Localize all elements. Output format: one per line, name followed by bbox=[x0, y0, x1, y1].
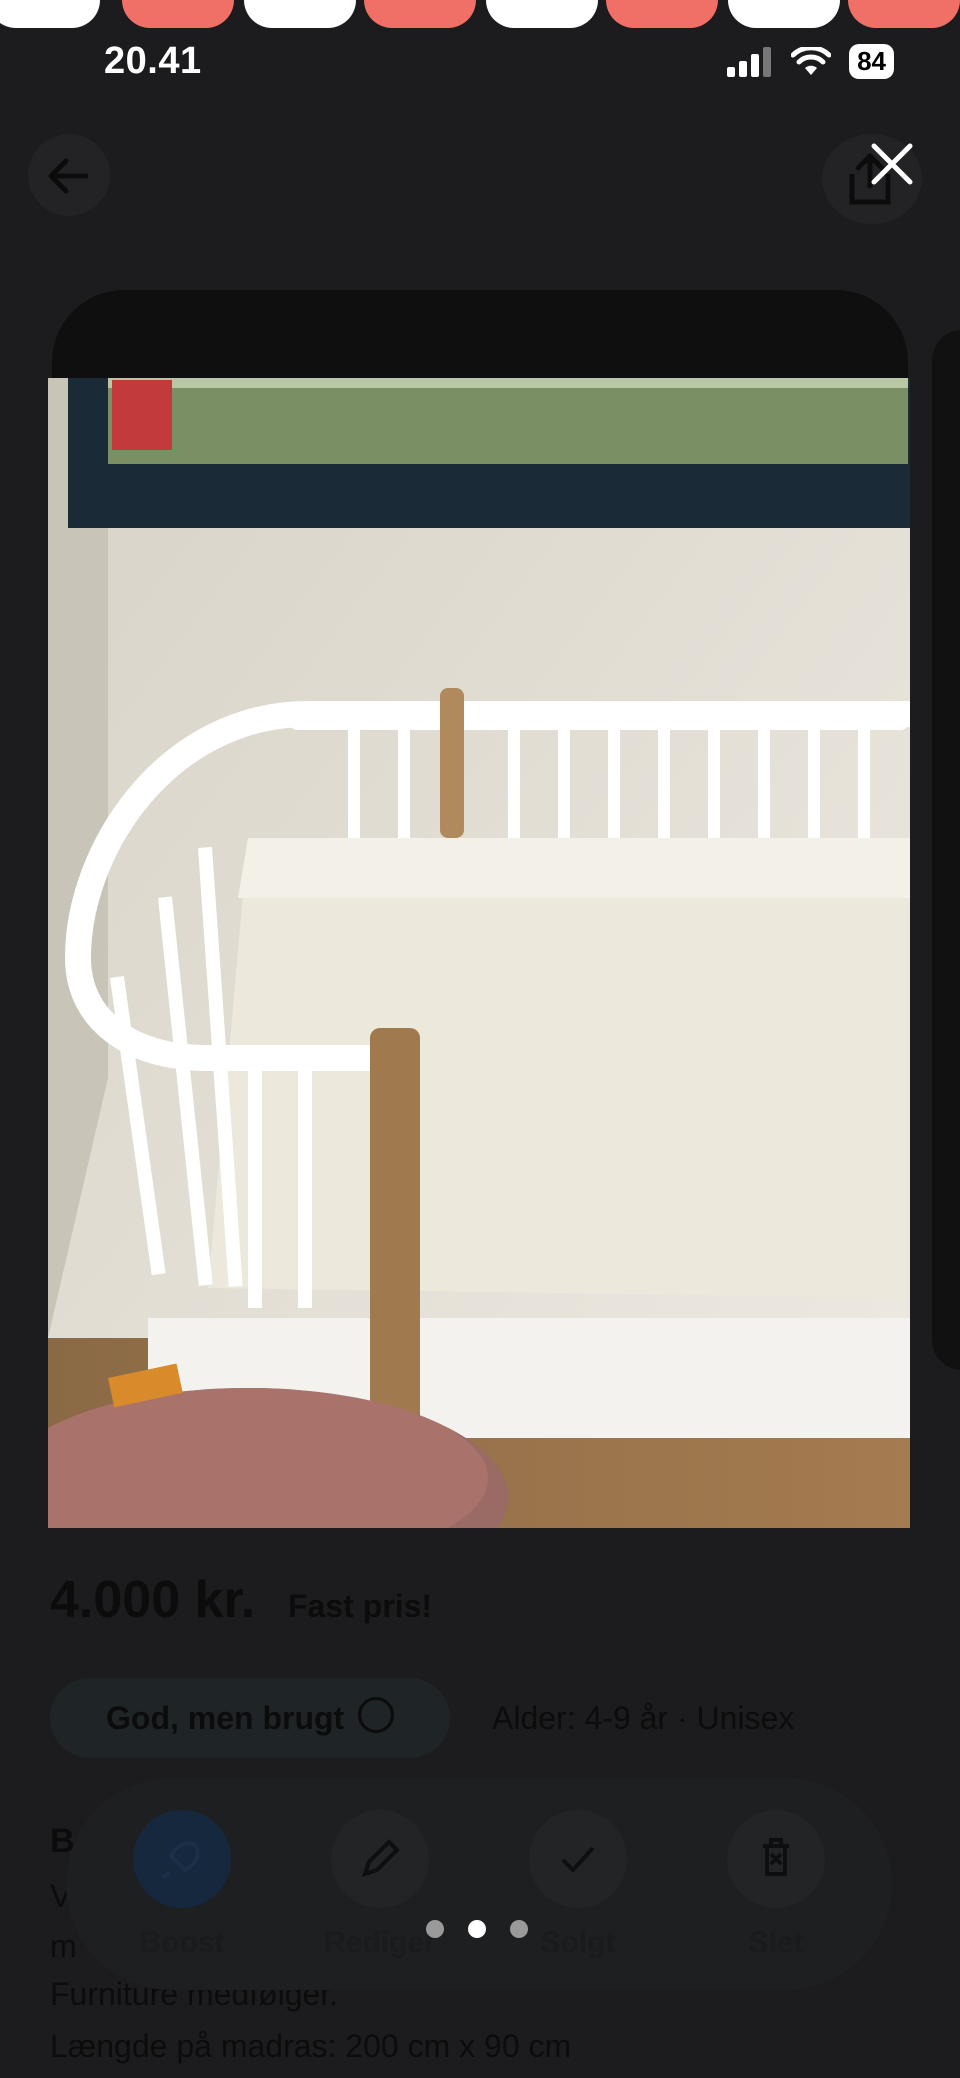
info-icon[interactable] bbox=[358, 1697, 394, 1733]
status-time: 20.41 bbox=[104, 40, 202, 82]
arrow-left-icon bbox=[48, 158, 89, 194]
check-icon bbox=[561, 1846, 595, 1873]
condition-label: God, men brugt bbox=[106, 1700, 345, 1736]
edit-button[interactable]: Rediger bbox=[324, 1810, 436, 1960]
gallery-next-card[interactable] bbox=[932, 330, 960, 1370]
signal-icon bbox=[727, 46, 772, 77]
trash-icon bbox=[763, 1838, 789, 1876]
age-gender: Alder: 4-9 år · Unisex bbox=[492, 1700, 795, 1736]
wifi-icon bbox=[791, 46, 832, 75]
description-line: m bbox=[50, 1928, 77, 1964]
gallery-page-indicator bbox=[426, 1920, 528, 1938]
page-dot[interactable] bbox=[426, 1920, 444, 1938]
notification-dots bbox=[0, 0, 960, 28]
page-dot[interactable] bbox=[510, 1920, 528, 1938]
description-line: Længde på madras: 200 cm x 90 cm bbox=[50, 2028, 572, 2064]
battery-level: 84 bbox=[849, 44, 894, 79]
listing-price: 4.000 kr. bbox=[50, 1571, 256, 1629]
back-button[interactable] bbox=[28, 134, 110, 216]
delete-button[interactable]: Slet bbox=[726, 1810, 826, 1960]
bed-photo bbox=[48, 378, 910, 1528]
rocket-icon bbox=[161, 1841, 200, 1880]
status-icons: 84 bbox=[725, 44, 894, 79]
close-button[interactable] bbox=[862, 134, 922, 194]
close-icon bbox=[871, 143, 913, 185]
delete-label: Slet bbox=[748, 1926, 804, 1959]
pencil-icon bbox=[361, 1839, 400, 1878]
sold-button[interactable]: Solgt bbox=[528, 1810, 628, 1960]
boost-label: Boost bbox=[139, 1926, 225, 1959]
listing-photo[interactable] bbox=[48, 378, 910, 1528]
page-dot-active[interactable] bbox=[468, 1920, 486, 1938]
price-note: Fast pris! bbox=[288, 1588, 433, 1624]
boost-button[interactable]: Boost bbox=[132, 1810, 232, 1960]
